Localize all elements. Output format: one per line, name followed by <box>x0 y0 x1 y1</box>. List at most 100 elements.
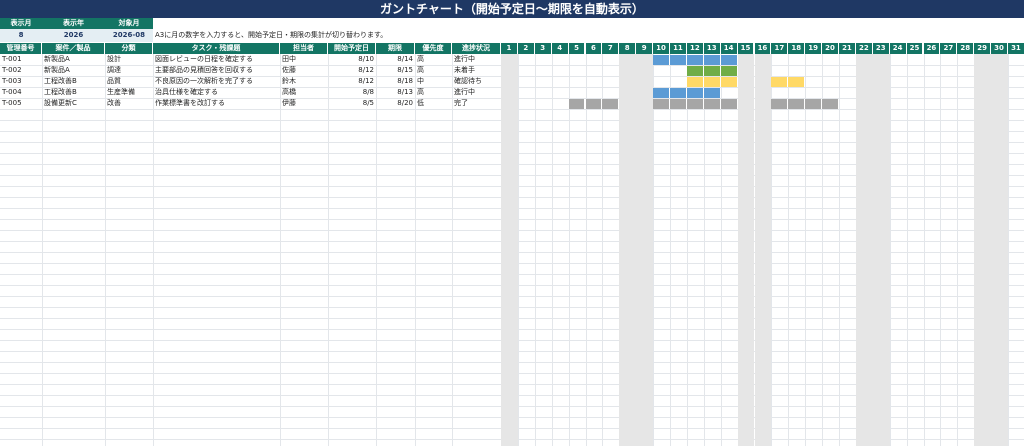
column-header-priority[interactable]: 優先度 <box>415 43 452 54</box>
task-cell-id[interactable]: T-005 <box>0 98 42 109</box>
task-cell-start[interactable]: 8/12 <box>328 65 376 76</box>
task-cell-category[interactable]: 改善 <box>105 98 153 109</box>
month-input[interactable]: 8 <box>0 29 42 42</box>
task-cell-due[interactable]: 8/14 <box>376 54 415 65</box>
task-cell-category[interactable]: 生産準備 <box>105 87 153 98</box>
gantt-bar-cell <box>686 77 704 87</box>
task-cell-priority[interactable]: 高 <box>415 65 452 76</box>
column-header-task[interactable]: タスク・残課題 <box>153 43 280 54</box>
grid-col-line <box>452 54 453 446</box>
task-cell-category[interactable]: 設計 <box>105 54 153 65</box>
task-cell-project[interactable]: 新製品A <box>42 65 105 76</box>
column-header-id[interactable]: 管理番号 <box>0 43 42 54</box>
grid-day-line <box>720 54 722 446</box>
grid-col-line <box>376 54 377 446</box>
gantt-bar-cell <box>703 55 721 65</box>
sheet-title: ガントチャート（開始予定日～期限を自動表示） <box>0 0 1024 18</box>
day-header-28: 28 <box>957 43 975 54</box>
weekend-column <box>501 54 518 446</box>
task-cell-project[interactable]: 工程改善B <box>42 87 105 98</box>
column-header-start[interactable]: 開始予定日 <box>328 43 376 54</box>
task-cell-task[interactable]: 不良原因の一次解析を完了する <box>153 76 280 87</box>
column-header-status[interactable]: 進捗状況 <box>452 43 501 54</box>
task-cell-category[interactable]: 品質 <box>105 76 153 87</box>
task-cell-start[interactable]: 8/12 <box>328 76 376 87</box>
task-cell-due[interactable]: 8/18 <box>376 76 415 87</box>
task-cell-priority[interactable]: 低 <box>415 98 452 109</box>
task-cell-id[interactable]: T-004 <box>0 87 42 98</box>
day-header-29: 29 <box>974 43 992 54</box>
day-header-21: 21 <box>839 43 856 54</box>
task-cell-task[interactable]: 図面レビューの日程を確定する <box>153 54 280 65</box>
column-header-owner[interactable]: 担当者 <box>280 43 328 54</box>
weekend-column <box>991 54 1008 446</box>
day-header-26: 26 <box>923 43 941 54</box>
setting-label-month: 表示月 <box>0 18 42 29</box>
task-cell-priority[interactable]: 高 <box>415 87 452 98</box>
day-header-7: 7 <box>602 43 620 54</box>
task-cell-id[interactable]: T-001 <box>0 54 42 65</box>
gantt-bar-cell <box>771 99 789 109</box>
day-header-23: 23 <box>872 43 890 54</box>
day-header-30: 30 <box>991 43 1008 54</box>
gantt-bar-cell <box>703 77 721 87</box>
gantt-bar-cell <box>585 99 603 109</box>
task-cell-owner[interactable]: 佐藤 <box>280 65 328 76</box>
column-header-project[interactable]: 案件／製品 <box>42 43 105 54</box>
grid-day-line <box>771 54 773 446</box>
grid-col-line <box>415 54 416 446</box>
task-cell-status[interactable]: 完了 <box>452 98 501 109</box>
task-cell-owner[interactable]: 高橋 <box>280 87 328 98</box>
day-header-2: 2 <box>517 43 535 54</box>
task-cell-owner[interactable]: 伊藤 <box>280 98 328 109</box>
task-cell-priority[interactable]: 高 <box>415 54 452 65</box>
day-header-27: 27 <box>940 43 958 54</box>
task-cell-start[interactable]: 8/5 <box>328 98 376 109</box>
day-header-19: 19 <box>805 43 823 54</box>
task-cell-start[interactable]: 8/10 <box>328 54 376 65</box>
task-cell-due[interactable]: 8/13 <box>376 87 415 98</box>
gantt-bar-cell <box>805 99 823 109</box>
task-cell-status[interactable]: 進行中 <box>452 87 501 98</box>
task-cell-start[interactable]: 8/8 <box>328 87 376 98</box>
day-header-13: 13 <box>703 43 721 54</box>
task-cell-status[interactable]: 確認待ち <box>452 76 501 87</box>
year-input[interactable]: 2026 <box>42 29 105 42</box>
task-cell-due[interactable]: 8/20 <box>376 98 415 109</box>
task-cell-id[interactable]: T-002 <box>0 65 42 76</box>
day-header-4: 4 <box>551 43 569 54</box>
grid-day-line <box>585 54 587 446</box>
task-cell-project[interactable]: 設備更新C <box>42 98 105 109</box>
column-header-category[interactable]: 分類 <box>105 43 153 54</box>
task-cell-owner[interactable]: 田中 <box>280 54 328 65</box>
gantt-bar-cell <box>670 55 687 65</box>
task-cell-project[interactable]: 新製品A <box>42 54 105 65</box>
task-cell-priority[interactable]: 中 <box>415 76 452 87</box>
task-cell-owner[interactable]: 鈴木 <box>280 76 328 87</box>
task-cell-task[interactable]: 作業標準書を改訂する <box>153 98 280 109</box>
day-header-14: 14 <box>720 43 738 54</box>
day-header-8: 8 <box>619 43 637 54</box>
weekend-column <box>636 54 654 446</box>
task-cell-id[interactable]: T-003 <box>0 76 42 87</box>
instruction-note: A3に月の数字を入力すると、開始予定日・期限の集計が切り替わります。 <box>155 31 388 39</box>
task-cell-task[interactable]: 治具仕様を確定する <box>153 87 280 98</box>
task-cell-task[interactable]: 主要部品の見積回答を回収する <box>153 65 280 76</box>
task-cell-project[interactable]: 工程改善B <box>42 76 105 87</box>
grid-day-line <box>889 54 891 446</box>
gantt-bar-cell <box>822 99 839 109</box>
target-month-value: 2026-08 <box>105 29 153 42</box>
task-cell-status[interactable]: 未着手 <box>452 65 501 76</box>
day-header-5: 5 <box>568 43 586 54</box>
column-header-due[interactable]: 期限 <box>376 43 415 54</box>
gantt-bar-cell <box>686 88 704 98</box>
gantt-bar-cell <box>686 99 704 109</box>
day-header-15: 15 <box>737 43 755 54</box>
grid-col-line <box>280 54 281 446</box>
grid-day-line <box>788 54 790 446</box>
task-cell-status[interactable]: 進行中 <box>452 54 501 65</box>
task-cell-category[interactable]: 調達 <box>105 65 153 76</box>
setting-label-target: 対象月 <box>105 18 153 29</box>
task-cell-due[interactable]: 8/15 <box>376 65 415 76</box>
day-header-1: 1 <box>501 43 518 54</box>
